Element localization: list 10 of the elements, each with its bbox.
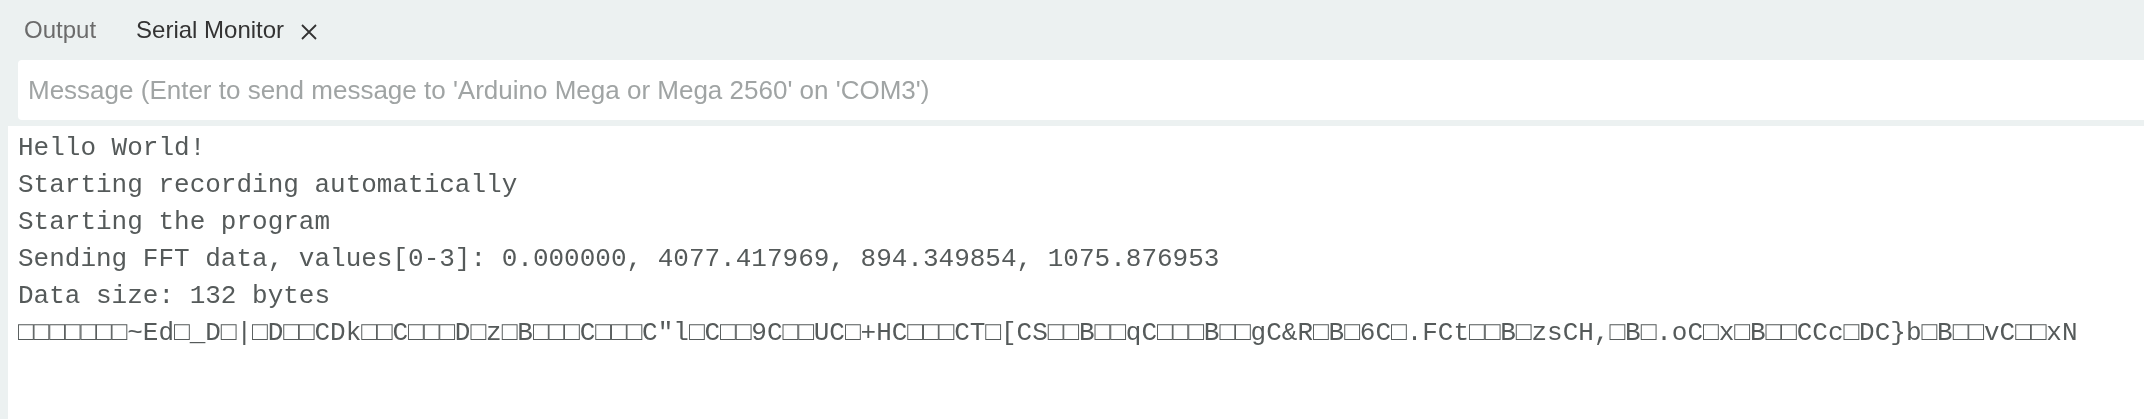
output-line: Starting the program [18,206,331,239]
message-field[interactable]: Message (Enter to send message to 'Arduino Mega or Mega 2560' on 'COM3') [18,60,2144,120]
tab[interactable]: Output [24,12,97,48]
output-line: Starting recording automatically [18,169,518,202]
tab[interactable]: Serial Monitor [136,12,319,48]
output-line: Sending FFT data, values[0-3]: 0.000000, 4077.417969, 894.349854, 1075.876953 [18,243,1220,276]
output-line: Hello World! [18,132,206,165]
output-line: Data size: 132 bytes [18,280,331,313]
close-icon[interactable] [300,23,319,41]
output-line: □□□□□□□~Ed□_D□|□D□□CDk□□C□□□D□z□B□□□C□□□C"l□C□□9C□□UC□+HC□□□CT□[CS□□B□□qC□□□B□□gC&R□B□6C□.FCt□□B□zsCH,□B□.oC□x□B□□CCc□DC}b□B□□vC□□xN [18,317,2078,350]
